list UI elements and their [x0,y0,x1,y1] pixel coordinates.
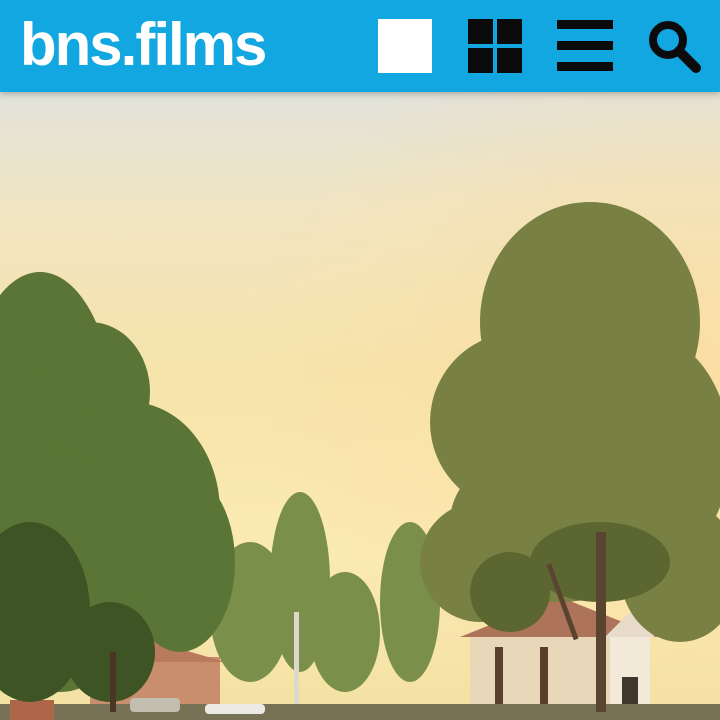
square-icon [378,19,432,73]
search-button[interactable] [646,18,702,74]
single-view-button[interactable] [377,18,433,74]
grid-icon [468,19,522,73]
suburban-street-photo [0,92,720,720]
menu-button[interactable] [557,18,613,74]
site-header: bns.films [0,0,720,92]
grid-view-button[interactable] [467,18,523,74]
site-logo[interactable]: bns.films [20,10,267,80]
hamburger-menu-icon [557,20,613,71]
hero-image [0,92,720,720]
search-icon [649,21,701,73]
